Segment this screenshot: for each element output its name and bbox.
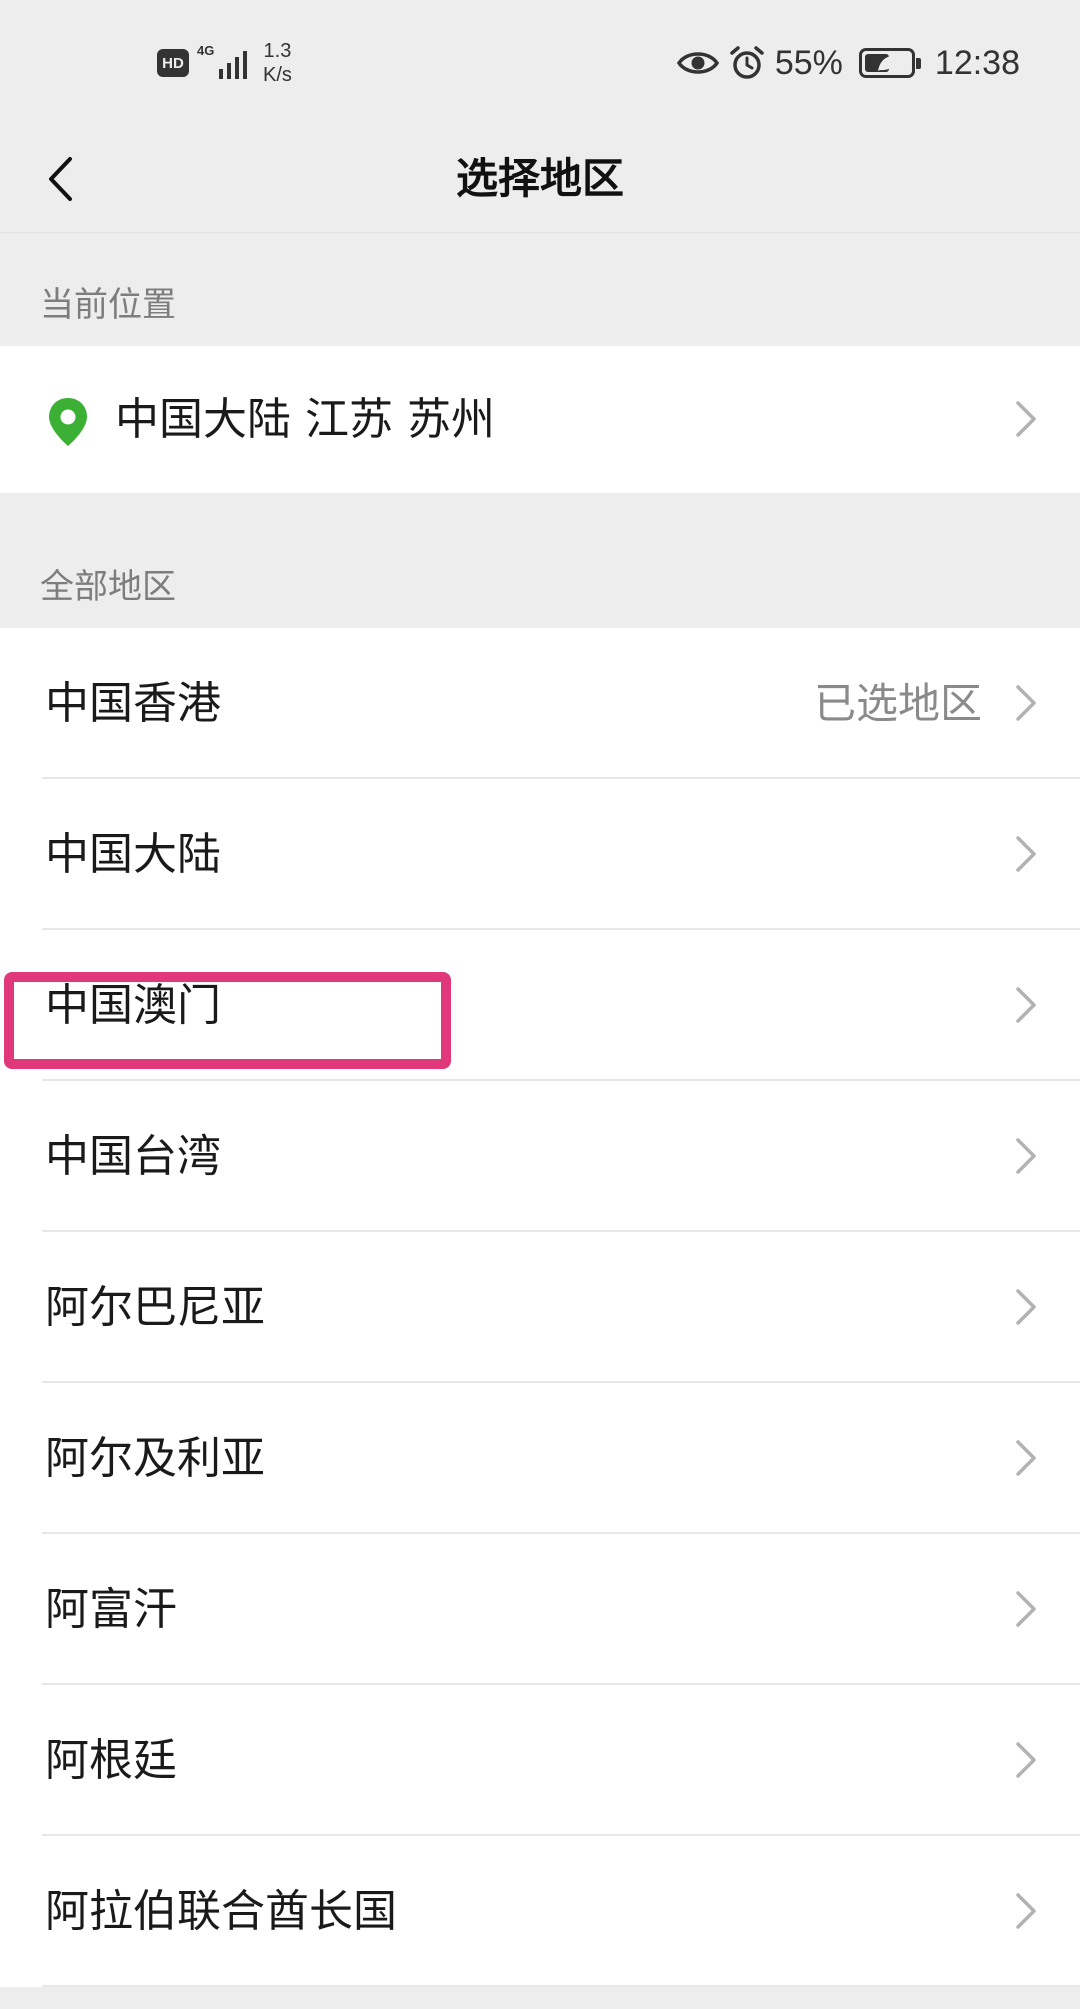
region-label: 中国香港 <box>45 678 221 729</box>
list-item[interactable]: 阿富汗 <box>0 1534 1080 1685</box>
list-item[interactable]: 阿尔及利亚 <box>0 1383 1080 1534</box>
region-label: 阿拉伯联合酋长国 <box>45 1886 397 1937</box>
chevron-right-icon <box>1016 836 1036 872</box>
clock: 12:38 <box>934 43 1020 82</box>
chevron-right-icon <box>1016 1289 1036 1325</box>
nav-bar: 选择地区 <box>0 125 1080 233</box>
region-label: 阿尔巴尼亚 <box>45 1282 265 1333</box>
region-label: 中国大陆 <box>45 829 221 880</box>
list-item[interactable]: 阿拉伯联合酋长国 <box>0 1836 1080 1987</box>
signal-icon: 4G <box>197 41 255 85</box>
current-location-header: 当前位置 <box>40 285 176 325</box>
battery-percent: 55% <box>774 43 843 82</box>
section-header-current: 当前位置 <box>0 233 1080 346</box>
region-label: 阿富汗 <box>45 1584 177 1635</box>
list-item[interactable]: 中国大陆 <box>0 779 1080 930</box>
selected-region-tag: 已选地区 <box>813 679 982 728</box>
page-title: 选择地区 <box>455 154 624 203</box>
list-item[interactable]: 中国香港 已选地区 <box>0 628 1080 779</box>
current-location-row[interactable]: 中国大陆 江苏 苏州 <box>0 346 1080 493</box>
speed-value: 1.3 <box>263 40 292 62</box>
chevron-right-icon <box>1016 1591 1036 1627</box>
chevron-right-icon <box>1016 1440 1036 1476</box>
list-item[interactable]: 阿根廷 <box>0 1685 1080 1836</box>
chevron-right-icon <box>1016 401 1036 437</box>
divider <box>42 1985 1080 1987</box>
region-label: 中国台湾 <box>45 1131 221 1182</box>
eye-icon <box>676 52 719 74</box>
chevron-right-icon <box>1016 1742 1036 1778</box>
network-speed: 1.3 K/s <box>263 39 292 87</box>
all-regions-header: 全部地区 <box>40 567 176 607</box>
status-left: HD 4G 1.3 K/s <box>157 36 292 90</box>
location-pin-icon <box>49 398 87 446</box>
status-right: 55% 12:38 <box>676 36 1020 90</box>
chevron-right-icon <box>1016 1138 1036 1174</box>
current-location-label: 中国大陆 江苏 苏州 <box>115 394 495 445</box>
chevron-right-icon <box>1016 1893 1036 1929</box>
list-item[interactable]: 中国台湾 <box>0 1081 1080 1232</box>
section-header-all: 全部地区 <box>0 493 1080 628</box>
region-label: 阿尔及利亚 <box>45 1433 265 1484</box>
network-type: 4G <box>197 43 215 58</box>
list-item[interactable]: 中国澳门 <box>0 930 1080 1081</box>
region-label: 中国澳门 <box>45 980 221 1031</box>
hd-badge: HD <box>157 49 189 77</box>
battery-icon <box>858 48 921 78</box>
region-label: 阿根廷 <box>45 1735 177 1786</box>
speed-unit: K/s <box>263 64 292 86</box>
leaf-icon <box>877 55 898 71</box>
chevron-right-icon <box>1016 987 1036 1023</box>
chevron-right-icon <box>1016 685 1036 721</box>
alarm-icon <box>730 46 764 79</box>
status-bar: HD 4G 1.3 K/s 55% 12:38 <box>0 0 1080 125</box>
list-item[interactable]: 阿尔巴尼亚 <box>0 1232 1080 1383</box>
